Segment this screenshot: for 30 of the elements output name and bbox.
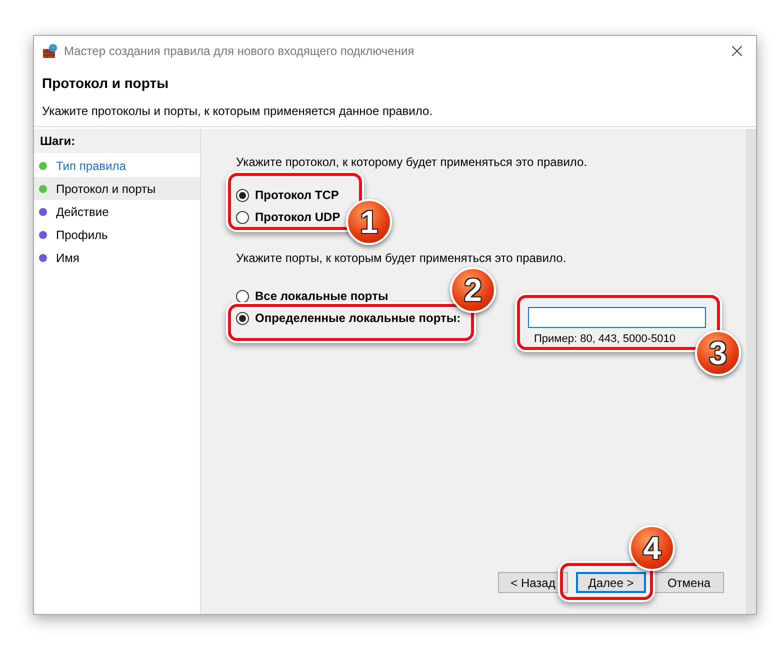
radio-label[interactable]: Протокол TCP xyxy=(255,186,339,204)
window-title: Мастер создания правила для нового входящего подключения xyxy=(64,43,414,60)
radio-button[interactable] xyxy=(236,188,249,202)
step-label[interactable]: Имя xyxy=(56,248,80,266)
step-item[interactable]: Имя xyxy=(34,246,200,269)
radio-button[interactable] xyxy=(236,312,249,324)
step-item[interactable]: Тип правила xyxy=(34,154,200,177)
protocol-prompt: Укажите протокол, к которому будет применяться это правило. xyxy=(236,154,588,171)
step-label[interactable]: Действие xyxy=(56,202,109,220)
step-item[interactable]: Протокол и порты xyxy=(34,177,200,200)
step-link[interactable]: Тип правила xyxy=(56,156,126,174)
ports-hint: Пример: 80, 443, 5000-5010 xyxy=(534,332,676,347)
firewall-icon xyxy=(42,43,58,59)
radio-button[interactable] xyxy=(236,290,249,302)
steps-heading: Шаги: xyxy=(34,129,200,153)
step-label[interactable]: Протокол и порты xyxy=(56,180,156,198)
ports-field[interactable] xyxy=(528,307,706,328)
dialog-button[interactable]: < Назад xyxy=(498,572,568,593)
ports-prompt: Укажите порты, к которым будет применяться это правило. xyxy=(236,250,568,267)
radio-label[interactable]: Протокол UDP xyxy=(255,208,340,226)
radio-button[interactable] xyxy=(236,210,249,224)
dialog-button[interactable]: Отмена xyxy=(654,572,724,593)
step-item[interactable]: Профиль xyxy=(34,223,200,246)
close-icon[interactable] xyxy=(732,46,742,56)
page-title: Протокол и порты xyxy=(42,74,170,93)
step-item[interactable]: Действие xyxy=(34,200,200,223)
dialog-button[interactable]: Далее > xyxy=(576,572,646,593)
step-label[interactable]: Профиль xyxy=(56,226,108,244)
page-subtitle: Укажите протоколы и порты, к которым применяется данное правило. xyxy=(42,103,434,120)
radio-label[interactable]: Все локальные порты xyxy=(255,287,388,305)
